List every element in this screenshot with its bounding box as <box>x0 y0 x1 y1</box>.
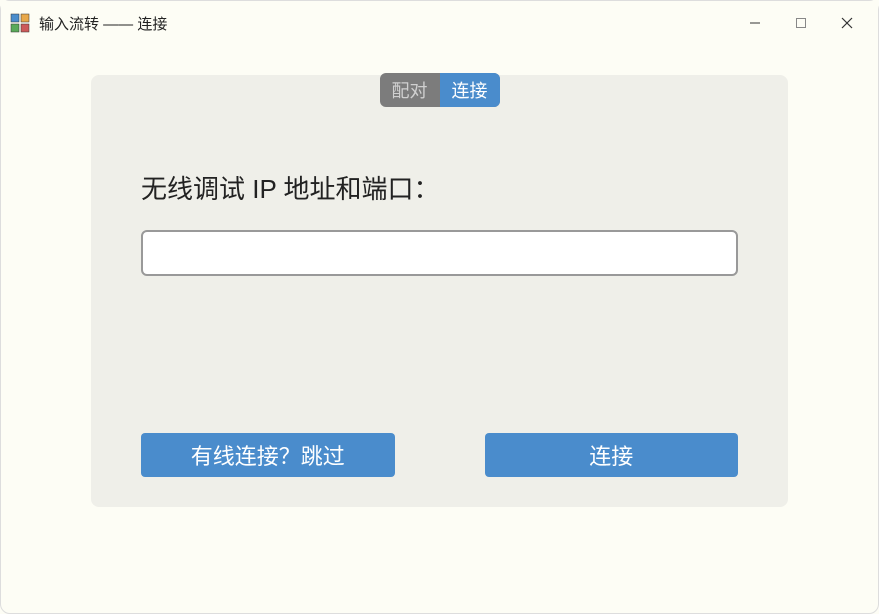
form-area: 无线调试 IP 地址和端口： <box>91 109 788 276</box>
close-button[interactable] <box>824 3 870 43</box>
connect-button[interactable]: 连接 <box>485 433 739 477</box>
tab-pair[interactable]: 配对 <box>380 73 440 107</box>
tab-container: 配对 连接 <box>91 73 788 107</box>
ip-port-label: 无线调试 IP 地址和端口： <box>141 169 738 206</box>
minimize-button[interactable] <box>732 3 778 43</box>
maximize-button[interactable] <box>778 3 824 43</box>
titlebar: 输入流转 —— 连接 <box>1 1 878 45</box>
tab-connect[interactable]: 连接 <box>440 73 500 107</box>
main-panel: 配对 连接 无线调试 IP 地址和端口： 有线连接？跳过 连接 <box>91 75 788 507</box>
skip-button[interactable]: 有线连接？跳过 <box>141 433 395 477</box>
window-title: 输入流转 —— 连接 <box>39 13 732 34</box>
app-icon <box>9 12 31 34</box>
tab-group: 配对 连接 <box>380 73 500 107</box>
ip-port-input[interactable] <box>141 230 738 276</box>
button-row: 有线连接？跳过 连接 <box>141 433 738 477</box>
window-controls <box>732 3 870 43</box>
